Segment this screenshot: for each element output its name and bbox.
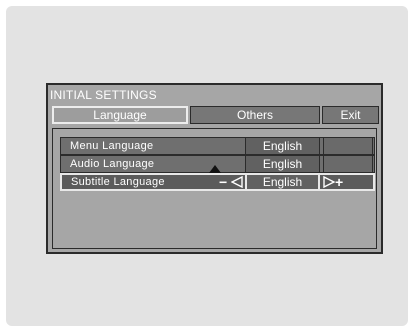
tab-language[interactable]: Language — [52, 106, 188, 124]
arrow-right-icon[interactable] — [323, 176, 335, 188]
audio-language-adjust-cell — [323, 155, 373, 173]
tab-exit[interactable]: Exit — [322, 106, 379, 124]
tab-others[interactable]: Others — [190, 106, 320, 124]
dialog-title: INITIAL SETTINGS — [50, 88, 157, 102]
menu-language-adjust-cell — [323, 137, 373, 155]
language-settings-panel: Menu Language English Audio Language Eng… — [52, 128, 377, 249]
increase-symbol[interactable]: + — [335, 175, 343, 189]
scroll-up-icon[interactable] — [209, 165, 221, 173]
audio-language-label: Audio Language — [70, 158, 155, 170]
initial-settings-dialog: INITIAL SETTINGS Language Others Exit Me… — [46, 83, 383, 254]
arrow-left-icon[interactable] — [231, 176, 243, 188]
subtitle-language-label: Subtitle Language — [71, 176, 165, 188]
decrease-symbol[interactable]: − — [219, 175, 227, 189]
subtitle-language-value[interactable]: English — [245, 173, 320, 191]
menu-language-value[interactable]: English — [245, 137, 320, 155]
audio-language-value[interactable]: English — [245, 155, 320, 173]
menu-language-label: Menu Language — [70, 140, 154, 152]
